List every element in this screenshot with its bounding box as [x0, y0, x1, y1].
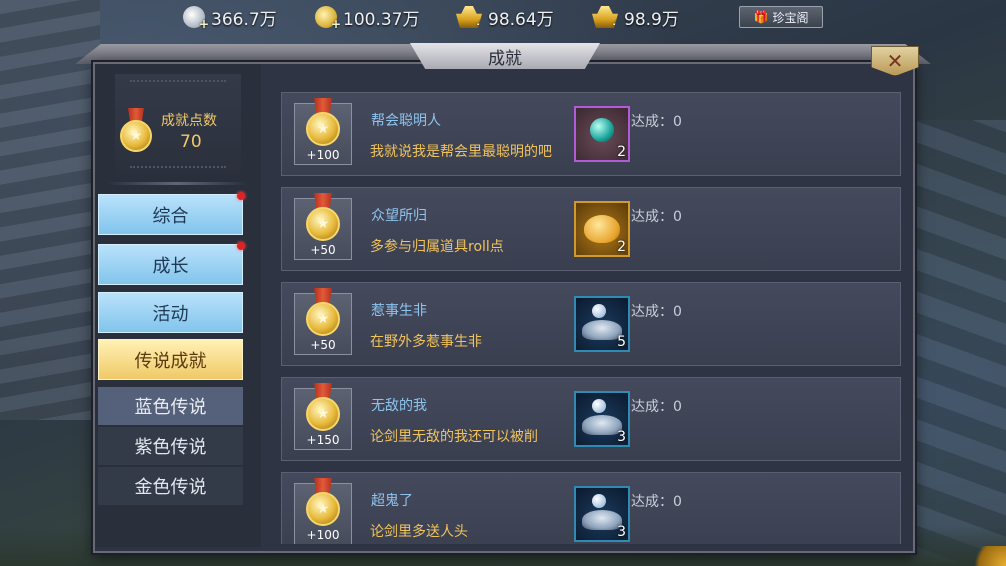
background-courtyard	[911, 120, 1006, 566]
reward-qty: 5	[617, 334, 626, 350]
coin-sparkle	[592, 304, 606, 318]
currency-bar: + 366.7万 + 100.37万 + 98.64万 + 98.9万 🎁 珍宝…	[0, 0, 1006, 34]
window-title: 成就	[410, 43, 600, 69]
coin-sparkle	[592, 399, 606, 413]
achievement-points: +100	[306, 148, 340, 162]
medal-icon: ★	[306, 207, 340, 241]
currency-silver[interactable]: + 366.7万	[183, 4, 277, 31]
achievement-progress: 达成：0	[631, 114, 682, 130]
alert-dot-icon	[237, 192, 245, 200]
currency-copper[interactable]: + 100.37万	[315, 4, 420, 31]
achievement-title: 无敌的我	[371, 398, 427, 414]
reward-item[interactable]: 3	[574, 486, 630, 542]
close-icon: ✕	[886, 49, 904, 73]
achievement-title: 众望所归	[371, 208, 427, 224]
achievement-medal: ★ +100	[294, 98, 352, 165]
category-label: 活动	[152, 303, 189, 325]
orb-icon	[590, 118, 614, 142]
achievement-medal: ★ +50	[294, 193, 352, 260]
category-events[interactable]: 活动	[98, 292, 243, 333]
achievement-desc: 在野外多惹事生非	[370, 334, 482, 350]
achievement-row[interactable]: ★ +100 帮会聪明人 我就说我是帮会里最聪明的吧 2 达成：0	[281, 92, 901, 176]
medal-icon: ★	[306, 112, 340, 146]
medal-icon: ★	[306, 492, 340, 526]
achievement-points: +50	[310, 338, 336, 352]
silver-coins-icon	[582, 510, 622, 530]
reward-item[interactable]: 3	[574, 391, 630, 447]
achievement-title: 帮会聪明人	[371, 113, 441, 129]
reward-qty: 3	[617, 524, 626, 540]
achievement-row[interactable]: ★ +50 惹事生非 在野外多惹事生非 5 达成：0	[281, 282, 901, 366]
achievement-medal: ★ +50	[294, 288, 352, 355]
category-growth[interactable]: 成长	[98, 242, 245, 285]
coin-sparkle	[592, 494, 606, 508]
achievement-points: +150	[306, 433, 340, 447]
category-general[interactable]: 综合	[98, 192, 245, 235]
alert-dot-icon	[237, 242, 245, 250]
currency-value: 100.37万	[343, 9, 420, 30]
subcategory-gold-legend[interactable]: 金色传说	[98, 467, 243, 505]
silver-coin-icon: +	[183, 6, 209, 31]
achievement-medal: ★ +150	[294, 383, 352, 450]
achievement-row[interactable]: ★ +100 超鬼了 论剑里多送人头 3 达成：0	[281, 472, 901, 544]
achievement-points-box: ★ 成就点数 70	[115, 74, 241, 174]
gold-ingot-icon: +	[592, 6, 618, 28]
currency-value: 98.9万	[624, 9, 679, 30]
achievement-progress: 达成：0	[631, 304, 682, 320]
gift-icon: 🎁	[753, 10, 769, 24]
achievement-desc: 多参与归属道具roll点	[370, 239, 504, 255]
reward-qty: 2	[617, 239, 626, 255]
achievement-points: +50	[310, 243, 336, 257]
achievement-progress: 达成：0	[631, 399, 682, 415]
divider	[107, 182, 247, 185]
category-label: 传说成就	[134, 350, 207, 372]
category-sidebar: ★ 成就点数 70 综合 成长 活动 传说成就 蓝色传说 紫色传说 金色传说	[95, 64, 261, 547]
points-value: 70	[180, 132, 202, 152]
gold-pig-icon	[584, 215, 620, 243]
achievement-desc: 我就说我是帮会里最聪明的吧	[370, 144, 552, 160]
achievement-progress: 达成：0	[631, 494, 682, 510]
currency-value: 366.7万	[211, 9, 277, 30]
achievement-row[interactable]: ★ +50 众望所归 多参与归属道具roll点 2 达成：0	[281, 187, 901, 271]
silver-coins-icon	[582, 320, 622, 340]
achievement-progress: 达成：0	[631, 209, 682, 225]
subcategory-blue-legend[interactable]: 蓝色传说	[98, 387, 243, 425]
achievement-list[interactable]: ★ +100 帮会聪明人 我就说我是帮会里最聪明的吧 2 达成：0 ★ +50 …	[268, 84, 908, 544]
reward-qty: 3	[617, 429, 626, 445]
currency-gold-ingot[interactable]: + 98.64万	[456, 4, 554, 30]
currency-value: 98.64万	[488, 9, 554, 30]
achievement-row[interactable]: ★ +150 无敌的我 论剑里无敌的我还可以被削 3 达成：0	[281, 377, 901, 461]
reward-qty: 2	[617, 144, 626, 160]
gold-ingot-icon: +	[456, 6, 482, 28]
achievement-desc: 论剑里无敌的我还可以被削	[370, 429, 538, 445]
achievement-medal: ★ +100	[294, 478, 352, 544]
achievement-desc: 论剑里多送人头	[370, 524, 468, 540]
reward-item[interactable]: 5	[574, 296, 630, 352]
subcategory-label: 紫色传说	[134, 437, 207, 458]
achievement-title: 超鬼了	[371, 493, 413, 509]
category-label: 成长	[152, 255, 189, 277]
category-legend[interactable]: 传说成就	[98, 339, 243, 380]
silver-coins-icon	[582, 415, 622, 435]
window-title-text: 成就	[488, 48, 522, 69]
achievement-points: +100	[306, 528, 340, 542]
subcategory-purple-legend[interactable]: 紫色传说	[98, 427, 243, 465]
medal-icon: ★	[120, 108, 152, 152]
corner-lantern-icon	[966, 546, 1006, 566]
subcategory-label: 蓝色传说	[134, 397, 207, 418]
treasure-shop-button[interactable]: 🎁 珍宝阁	[739, 6, 823, 28]
copper-coin-icon: +	[315, 6, 341, 31]
reward-item[interactable]: 2	[574, 201, 630, 257]
currency-bound-ingot[interactable]: + 98.9万	[592, 4, 679, 30]
achievement-title: 惹事生非	[371, 303, 427, 319]
medal-icon: ★	[306, 302, 340, 336]
medal-icon: ★	[306, 397, 340, 431]
reward-item[interactable]: 2	[574, 106, 630, 162]
subcategory-label: 金色传说	[134, 477, 207, 498]
shop-label: 珍宝阁	[772, 10, 809, 25]
points-label: 成就点数	[161, 113, 217, 129]
category-label: 综合	[152, 205, 189, 227]
